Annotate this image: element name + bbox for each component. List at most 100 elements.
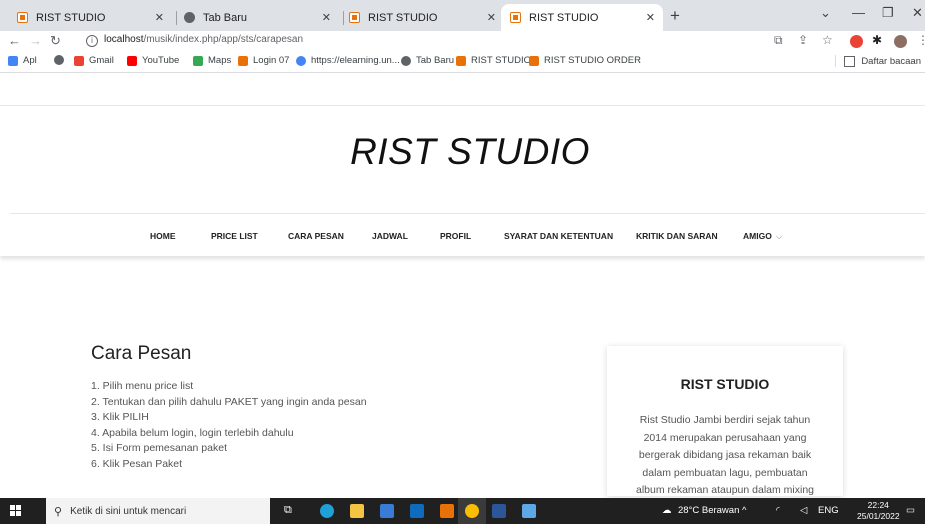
xampp-icon [510,12,521,23]
tab-search-icon[interactable]: ⌄ [820,5,831,21]
tab-title: RIST STUDIO [529,11,599,24]
xampp-icon[interactable] [440,504,454,518]
translate-icon[interactable]: ⧉ [774,33,783,48]
close-icon[interactable]: ✕ [155,11,164,24]
tab-active[interactable]: RIST STUDIO ✕ [501,4,663,31]
volume-icon[interactable]: ◁ [800,505,807,516]
list-item: 1. Pilih menu price list [91,380,194,392]
tab[interactable]: RIST STUDIO ✕ [17,4,172,31]
tab[interactable]: Tab Baru ✕ [184,4,339,31]
xampp-icon [17,12,28,23]
close-icon[interactable]: ✕ [322,11,331,24]
google-icon [296,55,306,66]
site-brand[interactable]: RIST STUDIO [0,131,925,173]
close-window-icon[interactable]: ✕ [912,5,923,21]
card-text: Rist Studio Jambi berdiri sejak tahun 20… [635,414,814,496]
xampp-icon [529,55,539,66]
about-card: RIST STUDIO Rist Studio Jambi berdiri se… [607,346,843,496]
maps-icon [193,55,203,66]
bookmarks-bar: Apl Gmail YouTube Maps Login 07 https://… [0,52,925,73]
menu-item-syarat[interactable]: SYARAT DAN KETENTUAN [504,231,613,241]
bookmark-item[interactable]: https://elearning.un... [296,55,400,66]
list-item: 3. Klik PILIH [91,411,149,424]
gmail-icon [74,55,84,66]
youtube-icon [127,55,137,66]
bookmark-item[interactable]: Login 07 [238,55,289,66]
bookmark-item[interactable]: RIST STUDIO ORDER [529,55,641,66]
list-item: 2. Tentukan dan pilih dahulu PAKET yang … [91,395,367,408]
list-item: 4. Apabila belum login, login terlebih d… [91,426,294,439]
apps-grid-icon [8,55,18,66]
close-icon[interactable]: ✕ [487,11,496,24]
xampp-icon [349,12,360,23]
header-divider [0,105,925,106]
chrome-icon[interactable] [465,504,479,518]
bookmark-item[interactable] [54,55,69,65]
avatar[interactable] [894,35,907,48]
language-indicator[interactable]: ENG [818,505,839,516]
close-icon[interactable]: ✕ [646,11,655,24]
weather-text[interactable]: 28°C Berawan [678,505,739,516]
bookmark-item[interactable]: Apl [8,55,37,66]
notification-icon[interactable]: ▭ [906,505,915,516]
list-item: 6. Klik Pesan Paket [91,457,183,470]
browser-menu-icon[interactable]: ⋮ [917,33,925,47]
new-tab-button[interactable]: + [670,6,680,26]
menu-item-kritik[interactable]: KRITIK DAN SARAN [636,231,718,241]
weather-icon[interactable]: ☁ [662,505,672,516]
bookmark-item[interactable]: Tab Baru [401,55,454,66]
task-view-icon[interactable]: ⧉ [284,504,292,517]
menu-item-home[interactable]: HOME [150,231,176,241]
share-icon[interactable]: ⇪ [798,33,808,47]
word-icon[interactable] [492,504,506,518]
search-icon: ⚲ [54,505,63,518]
mail-icon[interactable] [410,504,424,518]
taskbar: ⚲ Ketik di sini untuk mencari ⧉ ☁ 28°C B… [0,498,925,524]
bookmark-item[interactable]: Maps [193,55,231,66]
globe-icon [54,55,64,65]
address-bar-row: ← → ↻ i localhost/musik/index.php/app/sts… [0,31,925,52]
site-menu: HOME PRICE LIST CARA PESAN JADWAL PROFIL… [0,214,925,256]
site-info-icon[interactable]: i [86,35,98,47]
taskbar-search-input[interactable]: ⚲ Ketik di sini untuk mencari [46,498,270,524]
edge-icon[interactable] [320,504,334,518]
url-host: localhost [104,34,144,45]
back-icon[interactable]: ← [8,33,21,48]
url-path: /musik/index.php/app/sts/carapesan [143,34,304,45]
reload-icon[interactable]: ↻ [50,33,61,49]
network-icon[interactable]: ◜ [776,505,780,516]
menu-item-cara-pesan[interactable]: CARA PESAN [288,231,344,241]
bookmark-item[interactable]: Gmail [74,55,114,66]
reading-list-button[interactable]: Daftar bacaan [835,55,921,67]
bookmark-item[interactable]: YouTube [127,55,179,66]
tab-title: RIST STUDIO [36,11,106,24]
menu-item-profil[interactable]: PROFIL [440,231,471,241]
restore-icon[interactable]: ❐ [882,5,894,21]
bookmark-star-icon[interactable]: ☆ [822,33,833,47]
menu-item-amigo[interactable]: AMIGO ⌵ [743,231,782,242]
tab-title: Tab Baru [203,11,248,24]
windows-start-icon[interactable] [10,505,22,517]
xampp-icon [456,55,466,66]
photos-icon[interactable] [522,504,536,518]
forward-icon[interactable]: → [29,33,42,48]
page-title: Cara Pesan [91,343,192,364]
chevron-down-icon: ⌵ [775,231,783,241]
extensions-puzzle-icon[interactable]: ✱ [872,33,882,47]
store-icon[interactable] [380,504,394,518]
tray-overflow-icon[interactable]: ^ [742,505,746,516]
file-explorer-icon[interactable] [350,504,364,518]
url-field[interactable]: i localhost/musik/index.php/app/sts/carap… [86,34,303,47]
minimize-icon[interactable]: — [852,5,865,20]
menu-item-jadwal[interactable]: JADWAL [372,231,408,241]
extension-icon[interactable] [850,35,863,48]
bookmark-item[interactable]: RIST STUDIO [456,55,531,66]
clock[interactable]: 22:24 25/01/2022 [857,500,900,522]
globe-icon [184,12,195,23]
menu-item-price-list[interactable]: PRICE LIST [211,231,258,241]
tab-title: RIST STUDIO [368,11,438,24]
steps-list: 1. Pilih menu price list 2. Tentukan dan… [91,379,367,473]
tab-strip: RIST STUDIO ✕ Tab Baru ✕ RIST STUDIO ✕ R… [0,0,925,31]
tab[interactable]: RIST STUDIO ✕ [349,4,504,31]
reading-list-icon [844,55,856,67]
